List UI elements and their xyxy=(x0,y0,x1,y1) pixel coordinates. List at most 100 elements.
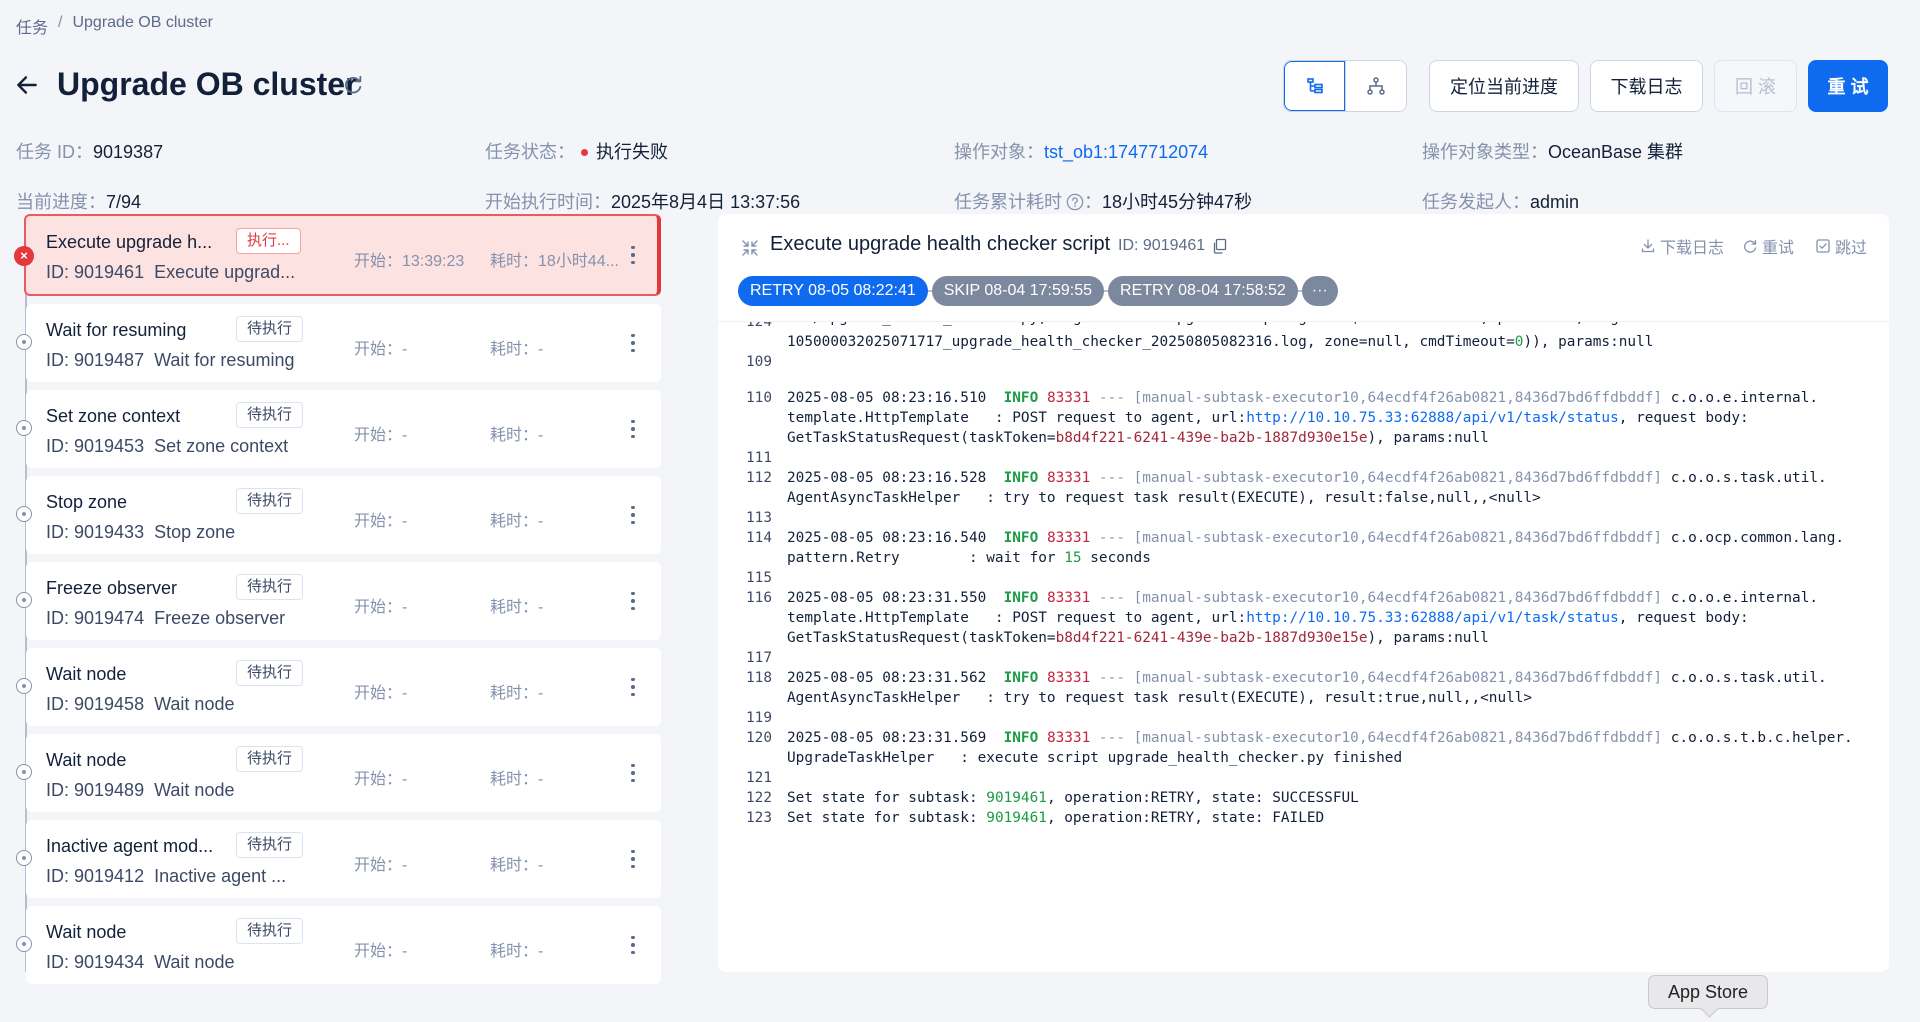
task-duration: 耗时：- xyxy=(490,685,544,702)
refresh-icon[interactable] xyxy=(342,74,364,96)
log-token[interactable]: http://10.10.75.33:62888/api/v1/task/sta… xyxy=(1246,410,1619,426)
breadcrumb-root[interactable]: 任务 xyxy=(16,14,48,38)
log-token xyxy=(1038,470,1047,486)
initiator-info: 任务发起人：admin xyxy=(1422,188,1579,214)
flow-chart-icon xyxy=(1367,77,1385,95)
task-id-line: ID: 9019461 Execute upgrad... xyxy=(46,262,296,283)
task-item[interactable]: Wait node 待执行 ID: 9019434 Wait node 开始：- 耗时：… xyxy=(16,906,661,984)
task-name: Wait node xyxy=(154,952,235,972)
task-name: Stop zone xyxy=(154,522,236,542)
log-token[interactable]: http://10.10.75.33:62888/api/v1/task/sta… xyxy=(1246,610,1619,626)
task-item[interactable]: Set zone context 待执行 ID: 9019453 Set zone … xyxy=(16,390,661,468)
log-line-text: AgentAsyncTaskHelper : try to request ta… xyxy=(787,490,1541,506)
list-tree-icon xyxy=(1306,78,1323,94)
log-line-number: 113 xyxy=(746,510,772,526)
help-icon[interactable] xyxy=(1066,193,1084,211)
download-log-button[interactable]: 下载日志 xyxy=(1590,60,1703,112)
log-token: INFO xyxy=(1003,390,1039,406)
log-token xyxy=(1038,590,1047,606)
task-id-line: ID: 9019458 Wait node xyxy=(46,694,296,715)
more-options-icon[interactable] xyxy=(626,932,640,958)
log-token: Set state for subtask: xyxy=(787,810,987,826)
log-token: INFO xyxy=(1003,470,1039,486)
log-token: template.HttpTemplate : POST request to … xyxy=(787,610,1247,626)
more-options-icon[interactable] xyxy=(626,502,640,528)
more-options-icon[interactable] xyxy=(626,416,640,442)
log-retry-action[interactable]: 重试 xyxy=(1742,234,1794,258)
log-token: 15 xyxy=(1064,550,1082,566)
task-item[interactable]: × Execute upgrade h... 执行... ID: 9019461 Ex… xyxy=(14,214,661,296)
log-token: 2025-08-05 08:23:16.510 xyxy=(787,390,1004,406)
locate-progress-button[interactable]: 定位当前进度 xyxy=(1429,60,1579,112)
collapse-icon[interactable] xyxy=(740,238,760,258)
task-title: Wait node xyxy=(46,750,127,770)
skip-tag[interactable]: SKIP 08-04 17:59:55 xyxy=(931,276,1105,306)
task-id: ID: 9019487 xyxy=(46,350,145,370)
task-duration: 耗时：18小时44... xyxy=(490,253,619,270)
target-link[interactable]: tst_ob1:1747712074 xyxy=(1044,142,1208,162)
task-start-time: 开始：- xyxy=(354,599,408,616)
more-options-icon[interactable] xyxy=(626,674,640,700)
pending-status-icon xyxy=(16,678,32,694)
log-token: c.o.ocp.common.lang. xyxy=(1662,530,1845,546)
copy-icon[interactable] xyxy=(1212,238,1228,254)
log-line-number: 118 xyxy=(746,670,772,686)
log-line-number: 112 xyxy=(746,470,772,486)
log-token xyxy=(1038,670,1047,686)
task-item[interactable]: Wait for resuming 待执行 ID: 9019487 Wait for… xyxy=(16,304,661,382)
retry-button[interactable]: 重 试 xyxy=(1808,60,1888,112)
task-item[interactable]: Stop zone 待执行 ID: 9019433 Stop zone 开始：- 耗时：… xyxy=(16,476,661,554)
log-token: , operation:RETRY, state: FAILED xyxy=(1046,810,1325,826)
more-options-icon[interactable] xyxy=(626,242,640,268)
log-token: --- [manual-subtask-executor10,64ecdf4f2… xyxy=(1090,530,1663,546)
task-name: Set zone context xyxy=(154,436,289,456)
task-status-label: 任务状态： xyxy=(485,142,575,162)
log-download-action[interactable]: 下载日志 xyxy=(1640,234,1724,258)
log-token: b8d4f221-6241-439e-ba2b-1887d930e15e xyxy=(1055,430,1368,446)
retry-tag[interactable]: RETRY 08-05 08:22:41 xyxy=(738,276,928,306)
list-view-button[interactable] xyxy=(1284,61,1345,111)
log-token: 83331 xyxy=(1046,730,1091,746)
log-token: 2025-08-05 08:23:16.528 xyxy=(787,470,1004,486)
task-start-time: 开始：- xyxy=(354,857,408,874)
task-item[interactable]: Wait node 待执行 ID: 9019458 Wait node 开始：- 耗时：… xyxy=(16,648,661,726)
task-status-badge: 待执行 xyxy=(236,316,304,342)
task-title: Wait node xyxy=(46,922,127,942)
task-item[interactable]: Wait node 待执行 ID: 9019489 Wait node 开始：- 耗时：… xyxy=(16,734,661,812)
log-token: 2025-08-05 08:23:31.562 xyxy=(787,670,1004,686)
log-skip-action[interactable]: 跳过 xyxy=(1815,234,1867,258)
more-tags-button[interactable]: ··· xyxy=(1301,276,1338,306)
more-options-icon[interactable] xyxy=(626,588,640,614)
task-title: Set zone context xyxy=(46,406,181,426)
task-id-label: 任务 ID： xyxy=(16,142,94,162)
log-token: c.o.o.e.internal. xyxy=(1662,390,1819,406)
log-line-text: 2025-08-05 08:23:16.510 INFO 83331 --- [… xyxy=(787,390,1818,406)
task-status-badge: 执行... xyxy=(236,228,301,254)
task-item[interactable]: Freeze observer 待执行 ID: 9019474 Freeze obs… xyxy=(16,562,661,640)
task-id: ID: 9019453 xyxy=(46,436,145,456)
flow-view-button[interactable] xyxy=(1345,61,1406,111)
download-icon xyxy=(1641,239,1655,253)
target-type-label: 操作对象类型： xyxy=(1422,142,1548,162)
log-line-text: 2025-08-05 08:23:16.528 INFO 83331 --- [… xyxy=(787,470,1827,486)
task-title: Inactive agent mod... xyxy=(46,836,214,856)
more-options-icon[interactable] xyxy=(626,760,640,786)
rollback-button[interactable]: 回 滚 xyxy=(1714,60,1797,112)
task-name: Wait for resuming xyxy=(154,350,295,370)
more-options-icon[interactable] xyxy=(626,330,640,356)
task-id-line: ID: 9019412 Inactive agent ... xyxy=(46,866,296,887)
log-line-text: UpgradeTaskHelper : execute script upgra… xyxy=(787,750,1402,766)
retry-tag[interactable]: RETRY 08-04 17:58:52 xyxy=(1108,276,1298,306)
task-start-time: 开始：- xyxy=(354,685,408,702)
pending-status-icon xyxy=(16,334,32,350)
log-token: --- [manual-subtask-executor10,64ecdf4f2… xyxy=(1090,470,1663,486)
log-token: 2025-08-05 08:23:16.540 xyxy=(787,530,1004,546)
log-token: 2025-08-05 08:23:31.569 xyxy=(787,730,1004,746)
task-start-time: 开始：- xyxy=(354,427,408,444)
log-header: Execute upgrade health checker script ID… xyxy=(718,214,1889,322)
page-title: Upgrade OB cluster xyxy=(57,66,358,102)
log-line: 109 xyxy=(718,354,1889,378)
task-item[interactable]: Inactive agent mod... 待执行 ID: 9019412 Inac… xyxy=(16,820,661,898)
more-options-icon[interactable] xyxy=(626,846,640,872)
back-arrow-icon[interactable] xyxy=(14,72,40,98)
